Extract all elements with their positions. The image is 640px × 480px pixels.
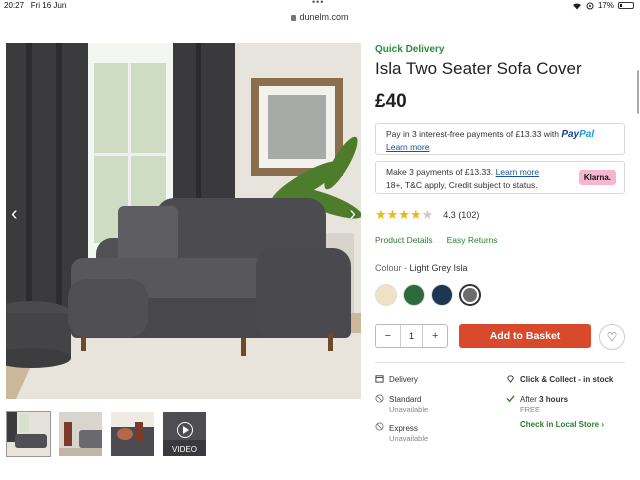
delivery-heading: Delivery — [389, 375, 418, 384]
video-thumbnail[interactable]: VIDEO — [162, 411, 207, 457]
info-links: Product Details Easy Returns — [375, 235, 498, 245]
heart-icon: ♡ — [606, 330, 618, 344]
quantity-stepper: − 1 + — [375, 324, 448, 348]
colour-swatches — [375, 284, 481, 306]
video-label: VIDEO — [172, 445, 197, 454]
rating-score: 4.3 — [443, 210, 456, 220]
paypal-logo: PayPal — [561, 129, 595, 140]
express-label: Express — [389, 424, 418, 433]
unavailable-icon — [375, 394, 384, 403]
gallery-prev-arrow[interactable]: ‹ — [11, 203, 18, 226]
thumbnail-strip: VIDEO — [6, 411, 207, 457]
standard-label: Standard — [389, 395, 422, 404]
box-icon — [375, 375, 384, 383]
quick-delivery-badge: Quick Delivery — [375, 44, 445, 55]
klarna-logo: Klarna. — [578, 170, 616, 185]
swatch-green[interactable] — [403, 284, 425, 306]
colour-label: Colour - Light Grey Isla — [375, 263, 468, 273]
standard-status: Unavailable — [389, 405, 429, 414]
url-text: dunelm.com — [299, 12, 349, 22]
product-info-panel: Quick Delivery Isla Two Seater Sofa Cove… — [375, 44, 627, 443]
wifi-icon — [572, 2, 581, 10]
gallery-next-arrow[interactable]: › — [349, 203, 356, 226]
thumbnail-1[interactable] — [6, 411, 51, 457]
colour-value: Light Grey Isla — [409, 263, 468, 273]
scrollbar[interactable] — [637, 70, 639, 114]
quantity-decrease-button[interactable]: − — [376, 330, 400, 342]
rating-summary[interactable]: ★★★★★ 4.3 (102) — [375, 207, 479, 223]
status-bar: 20:27 Fri 16 Jun ••• 17% — [0, 0, 640, 12]
express-status: Unavailable — [389, 434, 429, 443]
battery-percent: 17% — [597, 1, 614, 10]
play-icon — [177, 422, 193, 438]
rating-count: (102) — [458, 210, 480, 220]
swatch-cream[interactable] — [375, 284, 397, 306]
click-collect-heading: Click & Collect - in stock — [520, 375, 614, 384]
collect-after: After 3 hours FREE — [520, 395, 569, 414]
product-main-image[interactable]: ‹ › — [6, 43, 361, 399]
divider — [375, 362, 625, 363]
express-delivery: Express Unavailable — [389, 424, 428, 443]
paypal-text: Pay in 3 interest-free payments of £13.3… — [386, 129, 559, 139]
collect-cost: FREE — [520, 405, 541, 414]
status-icons: 17% — [572, 1, 634, 10]
url-bar[interactable]: dunelm.com — [0, 12, 640, 28]
thumbnail-3[interactable] — [110, 411, 155, 457]
product-title: Isla Two Seater Sofa Cover — [375, 59, 582, 78]
thumbnail-2[interactable] — [58, 411, 103, 457]
location-icon — [586, 2, 594, 9]
standard-delivery: Standard Unavailable — [389, 395, 428, 414]
sofa-photo — [6, 43, 361, 399]
multitask-dots[interactable]: ••• — [312, 0, 324, 7]
klarna-learn-more-link[interactable]: Learn more — [496, 167, 539, 177]
lock-icon — [291, 15, 297, 21]
quantity-value[interactable]: 1 — [399, 325, 424, 347]
battery-icon — [618, 2, 634, 9]
quantity-increase-button[interactable]: + — [423, 330, 447, 342]
easy-returns-link[interactable]: Easy Returns — [447, 235, 498, 245]
status-time: 20:27 Fri 16 Jun — [4, 1, 67, 10]
location-pin-icon — [507, 375, 514, 383]
check-local-store-link[interactable]: Check in Local Store › — [520, 420, 604, 429]
product-price: £40 — [375, 91, 407, 112]
add-to-basket-button[interactable]: Add to Basket — [459, 324, 591, 348]
check-icon — [506, 395, 515, 403]
product-details-link[interactable]: Product Details — [375, 235, 433, 245]
klarna-box: Make 3 payments of £13.33. Learn more 18… — [375, 161, 625, 194]
paypal-box: Pay in 3 interest-free payments of £13.3… — [375, 123, 625, 155]
paypal-learn-more-link[interactable]: Learn more — [386, 142, 429, 152]
klarna-text: Make 3 payments of £13.33. — [386, 167, 494, 177]
unavailable-icon — [375, 422, 384, 431]
rating-stars-icon: ★★★★★ — [375, 207, 434, 222]
swatch-navy[interactable] — [431, 284, 453, 306]
wishlist-button[interactable]: ♡ — [599, 324, 625, 350]
swatch-light-grey[interactable] — [459, 284, 481, 306]
